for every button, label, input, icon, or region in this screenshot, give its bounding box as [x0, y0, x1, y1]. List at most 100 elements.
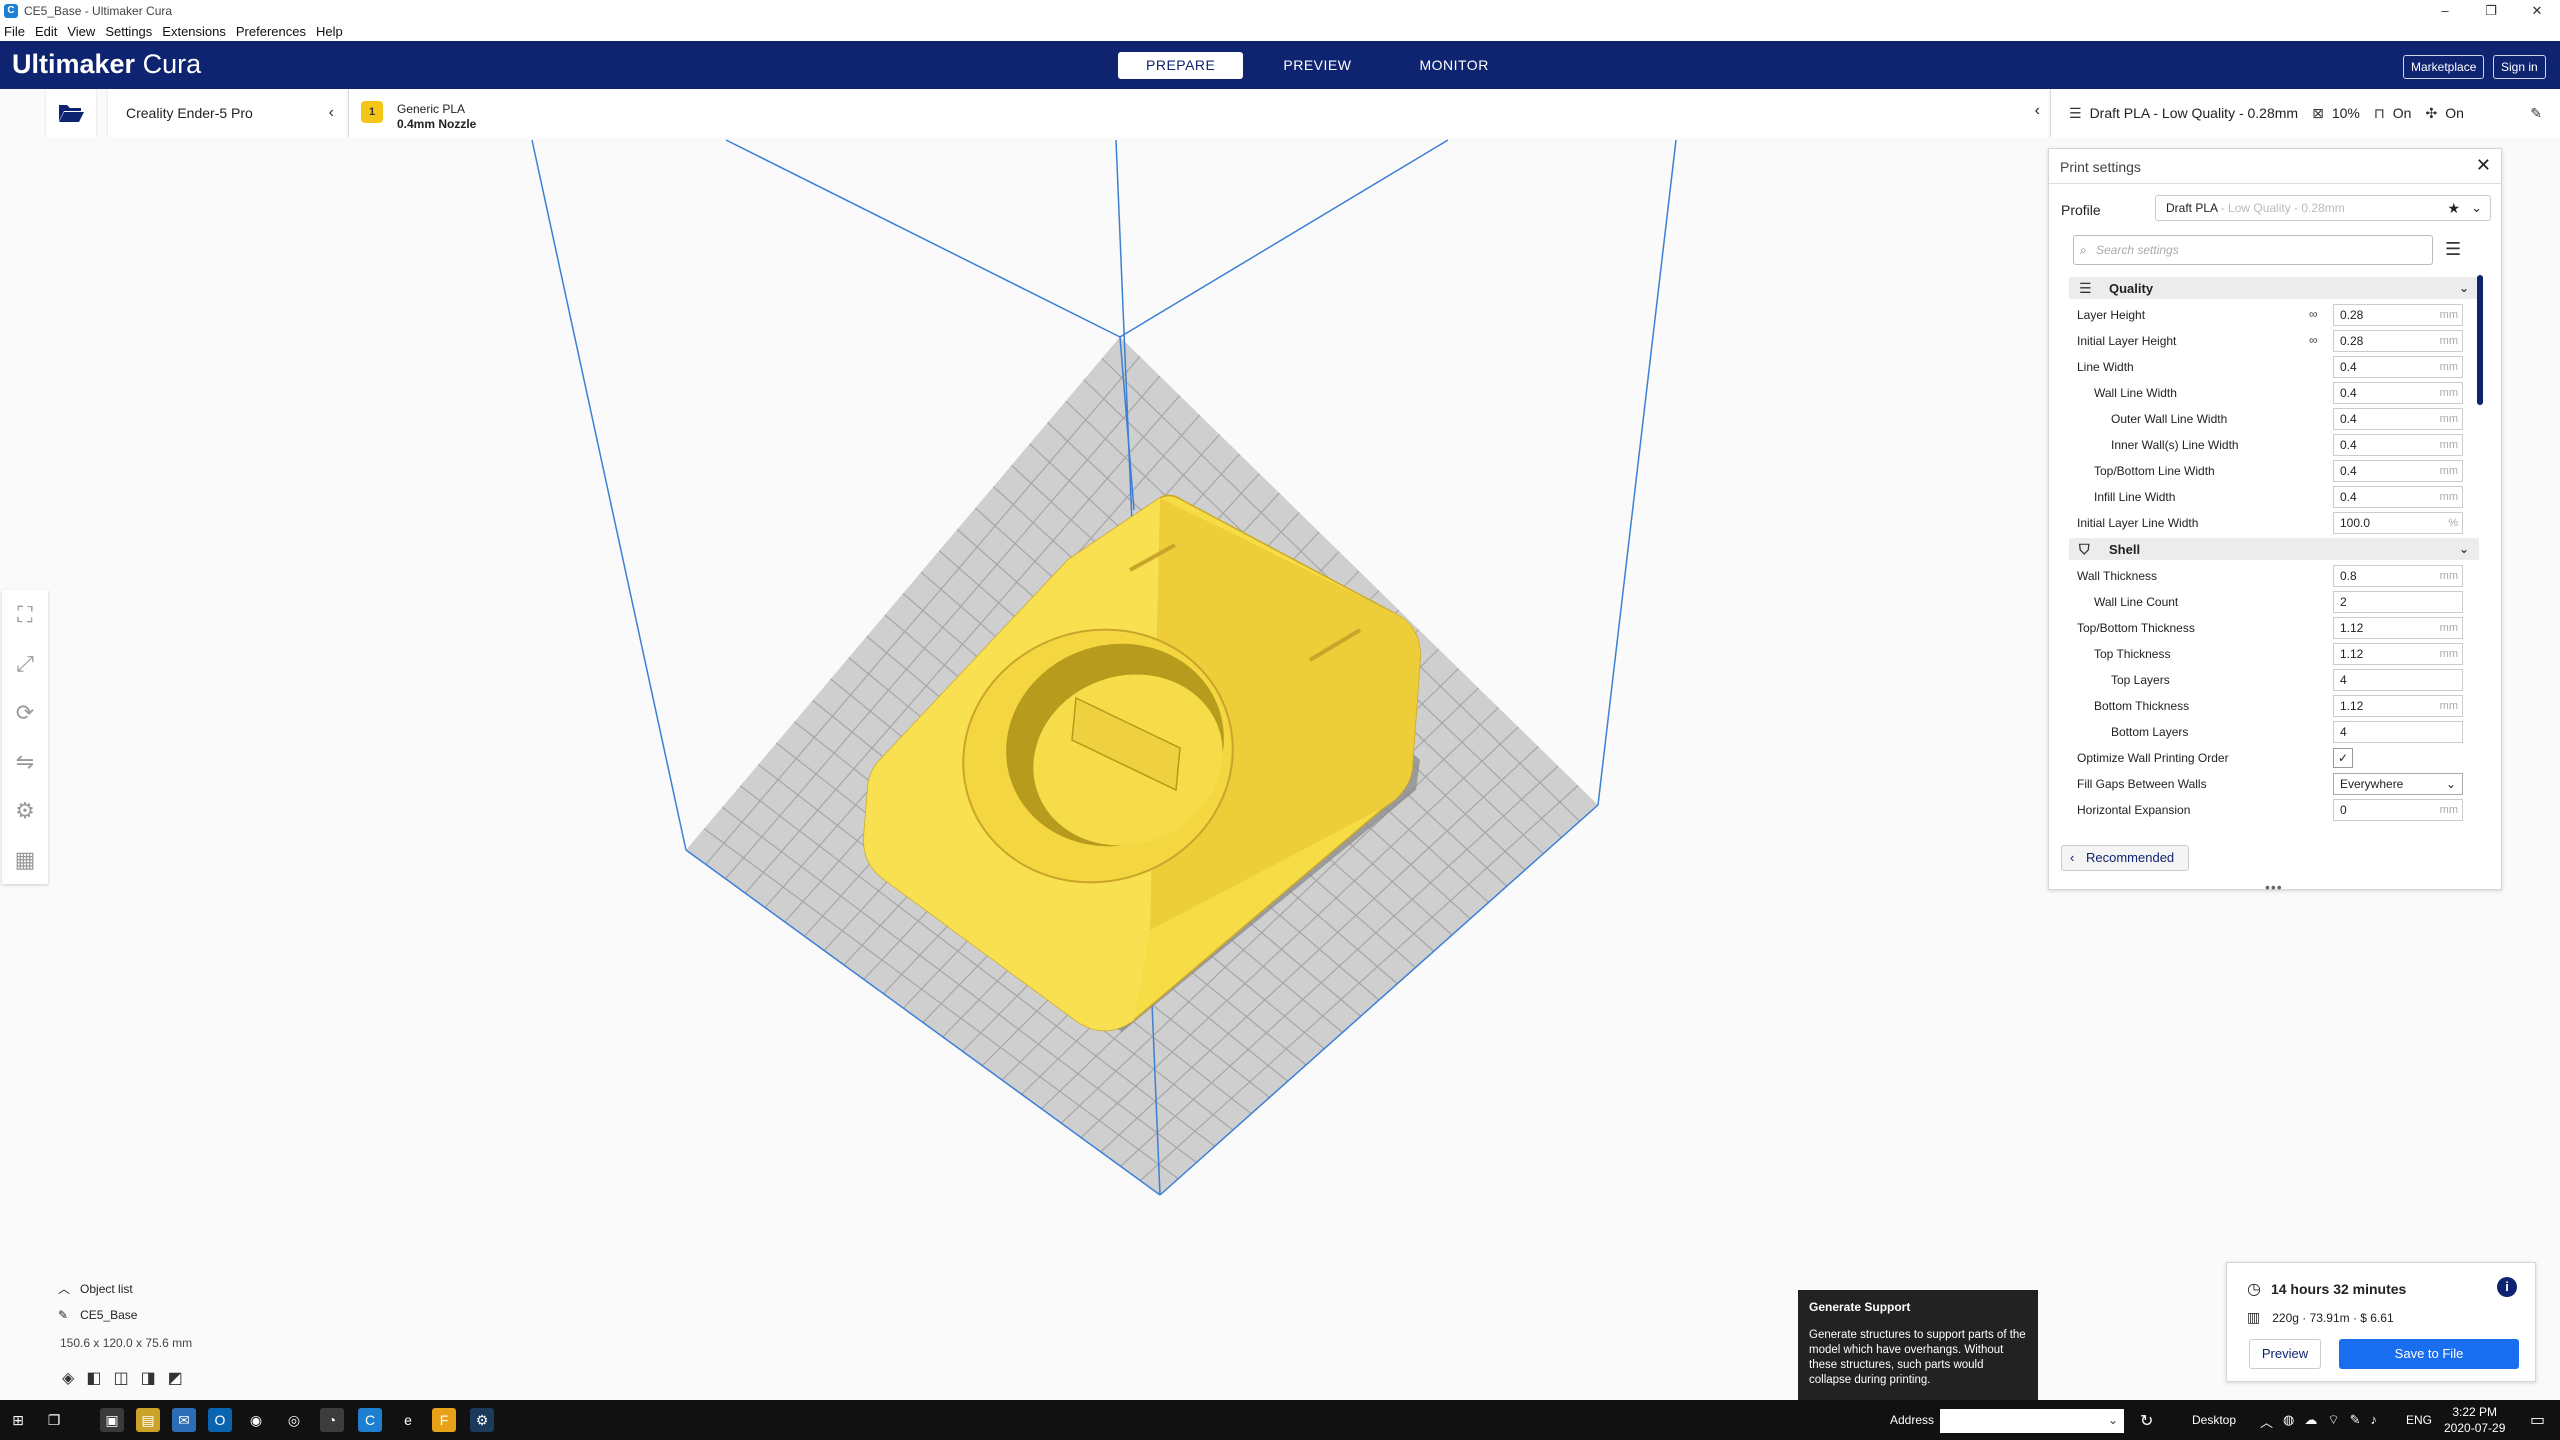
tray-app-icon[interactable]: ◍ — [2283, 1412, 2294, 1431]
address-input[interactable]: ⌄ — [1940, 1409, 2124, 1433]
mail-icon[interactable]: ✉ — [172, 1408, 196, 1432]
material-selector[interactable]: 1 Generic PLA 0.4mm Nozzle ‹ — [348, 89, 2050, 137]
tray-expand-icon[interactable]: ︿ — [2260, 1412, 2273, 1431]
view-3d-icon[interactable]: ◈ — [62, 1368, 74, 1388]
view-front-icon[interactable]: ◧ — [86, 1368, 101, 1388]
setting-row: Bottom Thickness 1.12 mm — [2069, 693, 2479, 719]
object-list-toggle[interactable]: ︿ Object list — [58, 1280, 133, 1297]
view-right-icon[interactable]: ◩ — [168, 1368, 183, 1388]
category-shell[interactable]: ⛉ Shell ⌄ — [2069, 538, 2479, 560]
panel-resize-handle[interactable]: ••• — [2265, 879, 2283, 895]
windows-start-icon[interactable]: ⊞ — [6, 1408, 30, 1432]
setting-checkbox[interactable]: ✓ — [2333, 748, 2353, 768]
menu-help[interactable]: Help — [316, 24, 343, 39]
setting-value-input[interactable]: 0.4 mm — [2333, 434, 2463, 456]
setting-value-input[interactable]: 2 — [2333, 591, 2463, 613]
category-label: Shell — [2109, 541, 2141, 557]
tab-prepare[interactable]: PREPARE — [1118, 52, 1244, 79]
setting-value-input[interactable]: 0.4 mm — [2333, 486, 2463, 508]
sign-in-button[interactable]: Sign in — [2493, 55, 2546, 79]
print-settings-summary[interactable]: ☰ Draft PLA - Low Quality - 0.28mm ⊠ 10% ⊓… — [2050, 89, 2560, 137]
setting-value-input[interactable]: 4 — [2333, 669, 2463, 691]
edit-pencil-icon[interactable]: ✎ — [2530, 105, 2542, 122]
link-icon[interactable]: ∞ — [2309, 307, 2318, 321]
star-icon[interactable]: ★ — [2447, 196, 2460, 220]
recommended-button[interactable]: ‹ Recommended — [2061, 845, 2189, 871]
store-icon[interactable]: ▣ — [100, 1408, 124, 1432]
setting-value-input[interactable]: 0 mm — [2333, 799, 2463, 821]
adhesion-value: On — [2445, 105, 2464, 121]
view-left-icon[interactable]: ◨ — [141, 1368, 156, 1388]
menu-view[interactable]: View — [67, 24, 95, 39]
minimize-button[interactable]: – — [2422, 0, 2468, 22]
menu-file[interactable]: File — [4, 24, 25, 39]
menu-settings[interactable]: Settings — [105, 24, 152, 39]
fusion-icon[interactable]: F — [432, 1408, 456, 1432]
setting-value-input[interactable]: 1.12 mm — [2333, 617, 2463, 639]
settings-scrollbar[interactable] — [2477, 275, 2483, 829]
setting-value-input[interactable]: 0.8 mm — [2333, 565, 2463, 587]
setting-label: Initial Layer Height — [2077, 334, 2177, 348]
setting-value-input[interactable]: 0.4 mm — [2333, 460, 2463, 482]
search-settings-input[interactable]: ⌕ Search settings — [2073, 235, 2433, 265]
tab-preview[interactable]: PREVIEW — [1255, 52, 1379, 79]
scale-tool-icon[interactable]: ⤢ — [2, 639, 48, 688]
open-file-button[interactable] — [46, 89, 96, 137]
move-tool-icon[interactable]: ⛶ — [2, 590, 48, 639]
maximize-button[interactable]: ❐ — [2468, 0, 2514, 22]
windows-taskbar: ⊞ ❐ ▣ ▤ ✉ O ◉ ◎ ◔ C e ◐ F ⚙ Address ⌄ ↻ … — [0, 1400, 2560, 1440]
system-clock[interactable]: 3:22 PM 2020-07-29 — [2444, 1404, 2505, 1436]
volume-icon[interactable]: ♪ — [2371, 1412, 2378, 1431]
steam-icon[interactable]: ⚙ — [470, 1408, 494, 1432]
link-icon[interactable]: ∞ — [2309, 333, 2318, 347]
task-view-icon[interactable]: ❐ — [42, 1408, 66, 1432]
refresh-icon[interactable]: ↻ — [2140, 1411, 2153, 1431]
marketplace-button[interactable]: Marketplace — [2403, 55, 2485, 79]
file-explorer-icon[interactable]: ▤ — [136, 1408, 160, 1432]
outlook-icon[interactable]: O — [208, 1408, 232, 1432]
cura-taskbar-icon[interactable]: ◔ — [320, 1408, 344, 1432]
setting-dropdown[interactable]: Everywhere ⌄ — [2333, 773, 2463, 795]
edge-icon[interactable]: e — [396, 1408, 420, 1432]
preview-button[interactable]: Preview — [2249, 1339, 2321, 1369]
object-name[interactable]: ✎ CE5_Base — [58, 1308, 137, 1322]
printer-selector[interactable]: Creality Ender-5 Pro ‹ — [108, 89, 348, 137]
material-name: Generic PLA — [397, 102, 466, 116]
onedrive-icon[interactable]: ☁ — [2304, 1412, 2317, 1431]
pen-icon[interactable]: ✎ — [2350, 1412, 2361, 1431]
menu-extensions[interactable]: Extensions — [162, 24, 226, 39]
adhesion-icon: ✣ — [2425, 104, 2438, 121]
setting-value-input[interactable]: 0.4 mm — [2333, 408, 2463, 430]
setting-value-input[interactable]: 0.28 mm — [2333, 330, 2463, 352]
cura-icon[interactable]: C — [358, 1408, 382, 1432]
setting-value-input[interactable]: 0.4 mm — [2333, 382, 2463, 404]
setting-value-input[interactable]: 100.0% — [2333, 512, 2463, 534]
view-top-icon[interactable]: ◫ — [113, 1368, 128, 1388]
tab-monitor[interactable]: MONITOR — [1391, 52, 1516, 79]
mirror-tool-icon[interactable]: ⇋ — [2, 737, 48, 786]
chrome-alt-icon[interactable]: ◎ — [282, 1408, 306, 1432]
close-icon[interactable]: ✕ — [2476, 155, 2491, 176]
window-title: CE5_Base - Ultimaker Cura — [24, 4, 173, 18]
setting-value-input[interactable]: 0.28 mm — [2333, 304, 2463, 326]
menu-preferences[interactable]: Preferences — [236, 24, 306, 39]
save-to-file-button[interactable]: Save to File — [2339, 1339, 2519, 1369]
chrome-icon[interactable]: ◉ — [244, 1408, 268, 1432]
desktop-toolbar[interactable]: Desktop — [2192, 1413, 2236, 1427]
rotate-tool-icon[interactable]: ⟳ — [2, 688, 48, 737]
info-icon[interactable]: i — [2497, 1277, 2517, 1297]
menu-edit[interactable]: Edit — [35, 24, 57, 39]
setting-value-input[interactable]: 4 — [2333, 721, 2463, 743]
per-model-settings-icon[interactable]: ⚙ — [2, 786, 48, 835]
notifications-icon[interactable]: ▭ — [2530, 1410, 2545, 1430]
support-blocker-icon[interactable]: ▦ — [2, 835, 48, 884]
setting-value-input[interactable]: 1.12 mm — [2333, 643, 2463, 665]
setting-value-input[interactable]: 1.12 mm — [2333, 695, 2463, 717]
setting-value-input[interactable]: 0.4 mm — [2333, 356, 2463, 378]
profile-dropdown[interactable]: Draft PLA - Low Quality - 0.28mm ★ ⌄ — [2155, 195, 2491, 221]
network-icon[interactable]: ⌔ — [2327, 1412, 2339, 1431]
category-quality[interactable]: ☰ Quality ⌄ — [2069, 277, 2479, 299]
settings-visibility-menu-icon[interactable]: ☰ — [2445, 239, 2461, 260]
language-indicator[interactable]: ENG — [2406, 1413, 2432, 1427]
close-window-button[interactable]: ✕ — [2514, 0, 2560, 22]
